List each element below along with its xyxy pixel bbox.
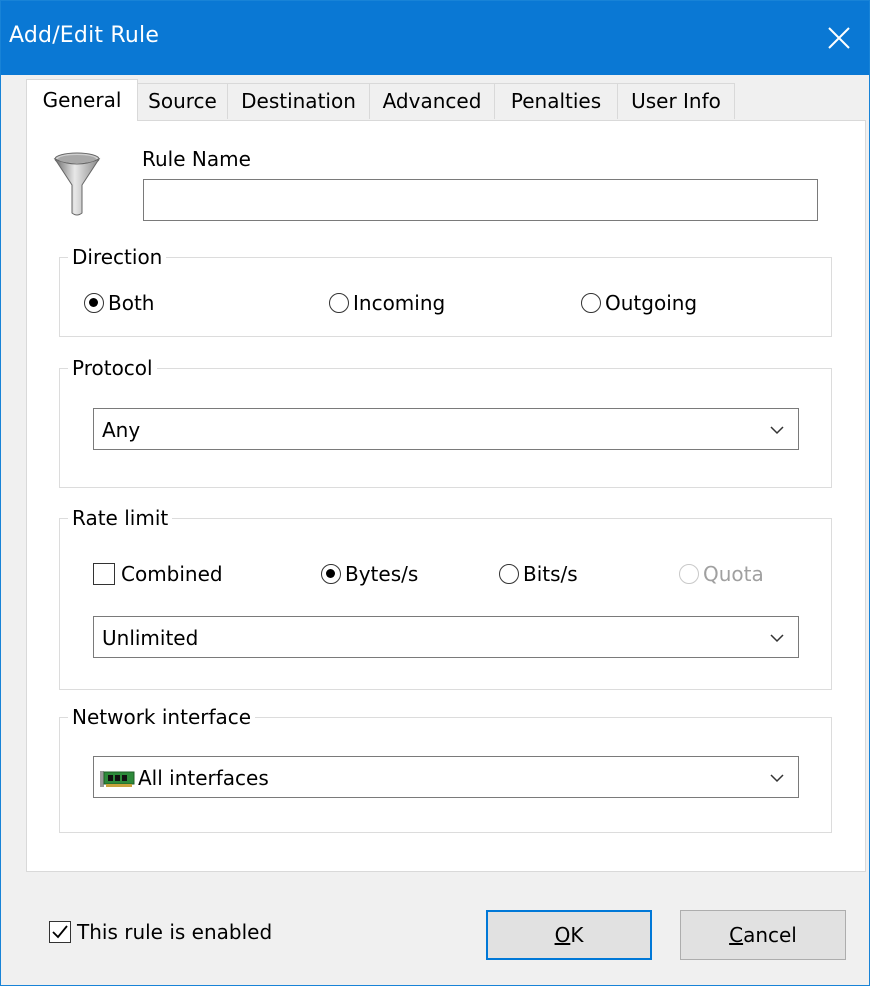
tab-destination-label: Destination <box>241 89 356 113</box>
network-interface-legend: Network interface <box>68 704 256 730</box>
combined-option[interactable]: Combined <box>93 562 223 586</box>
network-interface-select[interactable]: All interfaces <box>93 756 799 798</box>
rate-quota-option: Quota <box>679 562 764 586</box>
combined-label: Combined <box>121 562 223 586</box>
close-icon <box>828 27 850 49</box>
tab-general-label: General <box>42 88 122 112</box>
cancel-button[interactable]: Cancel <box>680 910 846 960</box>
close-button[interactable] <box>809 1 869 75</box>
protocol-legend: Protocol <box>68 355 157 381</box>
radio-incoming[interactable] <box>329 293 349 313</box>
ok-button-label: OK <box>554 923 584 947</box>
rule-name-input[interactable] <box>143 179 818 221</box>
checkmark-icon <box>52 925 68 939</box>
direction-both-option[interactable]: Both <box>84 291 154 315</box>
rule-enabled-label: This rule is enabled <box>77 920 273 944</box>
combined-checkbox[interactable] <box>93 563 115 585</box>
ok-button[interactable]: OK <box>486 910 652 960</box>
radio-bits-label: Bits/s <box>523 562 578 586</box>
rule-enabled-option[interactable]: This rule is enabled <box>49 920 272 944</box>
radio-bytes-label: Bytes/s <box>345 562 419 586</box>
radio-quota <box>679 564 699 584</box>
network-card-icon <box>100 771 135 787</box>
direction-legend: Direction <box>68 244 167 270</box>
protocol-select[interactable]: Any <box>93 408 799 450</box>
rule-name-label: Rule Name <box>142 147 251 171</box>
funnel-icon <box>53 152 101 216</box>
radio-bits-per-second[interactable] <box>499 564 519 584</box>
direction-incoming-option[interactable]: Incoming <box>329 291 445 315</box>
rate-limit-select[interactable]: Unlimited <box>93 616 799 658</box>
tab-penalties[interactable]: Penalties <box>494 83 618 119</box>
tab-source-label: Source <box>148 89 217 113</box>
chevron-down-icon <box>770 634 784 643</box>
add-edit-rule-dialog: Add/Edit Rule General Source Destination… <box>0 0 870 986</box>
rate-limit-legend: Rate limit <box>68 505 173 531</box>
rate-bytes-option[interactable]: Bytes/s <box>321 562 418 586</box>
cancel-button-label: Cancel <box>729 923 797 947</box>
tab-destination[interactable]: Destination <box>227 83 370 119</box>
rule-enabled-checkbox[interactable] <box>49 921 71 943</box>
rate-limit-group: Rate limit <box>59 505 832 690</box>
radio-quota-label: Quota <box>703 562 764 586</box>
chevron-down-icon <box>770 774 784 783</box>
direction-outgoing-option[interactable]: Outgoing <box>581 291 697 315</box>
tab-general[interactable]: General <box>26 79 138 121</box>
tab-user-info[interactable]: User Info <box>617 83 735 119</box>
network-interface-select-value: All interfaces <box>138 766 269 790</box>
radio-both-label: Both <box>108 291 155 315</box>
radio-incoming-label: Incoming <box>353 291 446 315</box>
protocol-select-value: Any <box>102 418 141 442</box>
tab-advanced[interactable]: Advanced <box>369 83 495 119</box>
radio-outgoing[interactable] <box>581 293 601 313</box>
title-bar: Add/Edit Rule <box>1 1 869 75</box>
radio-bytes-per-second[interactable] <box>321 564 341 584</box>
window-title: Add/Edit Rule <box>9 23 160 48</box>
direction-group: Direction <box>59 244 832 337</box>
radio-both[interactable] <box>84 293 104 313</box>
tab-advanced-label: Advanced <box>382 89 482 113</box>
chevron-down-icon <box>770 426 784 435</box>
tab-penalties-label: Penalties <box>510 89 602 113</box>
rate-bits-option[interactable]: Bits/s <box>499 562 578 586</box>
rate-limit-select-value: Unlimited <box>102 626 199 650</box>
radio-outgoing-label: Outgoing <box>605 291 698 315</box>
tab-source[interactable]: Source <box>137 83 228 119</box>
tab-user-info-label: User Info <box>631 89 721 113</box>
